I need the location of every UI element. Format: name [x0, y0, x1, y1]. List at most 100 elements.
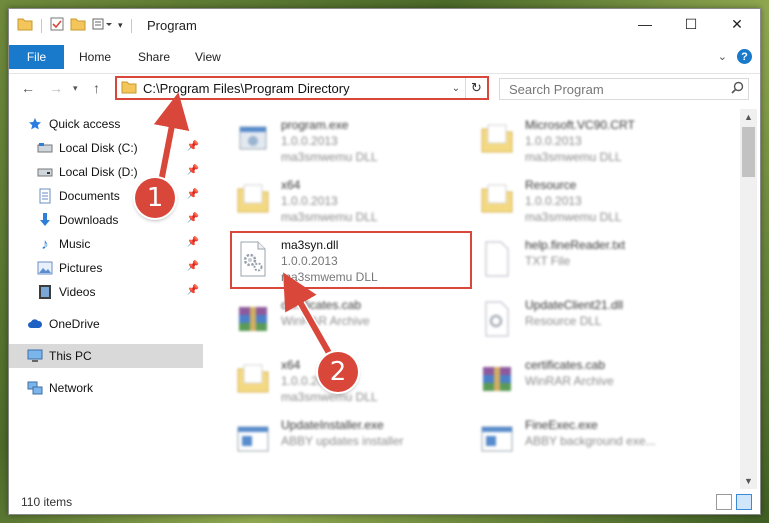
sidebar-item-local-disk-d[interactable]: Local Disk (D:) 📌 — [9, 160, 203, 184]
search-box — [499, 78, 749, 100]
sidebar-item-network[interactable]: Network — [9, 376, 203, 400]
pin-icon[interactable]: 📌 — [187, 141, 199, 152]
step-badge-2: 2 — [318, 352, 358, 392]
sidebar-item-music[interactable]: ♪ Music 📌 — [9, 232, 203, 256]
folder-icon — [477, 117, 517, 161]
pin-icon[interactable]: 📌 — [187, 237, 199, 248]
pin-icon[interactable]: 📌 — [187, 165, 199, 176]
music-icon: ♪ — [41, 235, 49, 253]
pin-icon[interactable]: 📌 — [187, 213, 199, 224]
properties-icon[interactable] — [50, 17, 64, 34]
scroll-thumb[interactable] — [742, 127, 755, 177]
folder-icon — [17, 17, 33, 34]
ribbon-tabs: File Home Share View ⌄ ? — [9, 45, 760, 69]
up-arrow-icon[interactable]: ↑ — [93, 80, 100, 96]
refresh-icon[interactable]: ↻ — [465, 78, 487, 98]
details-view-icon[interactable] — [716, 494, 732, 510]
tab-view[interactable]: View — [195, 50, 221, 64]
sidebar-item-videos[interactable]: Videos 📌 — [9, 280, 203, 304]
list-item[interactable]: FineExec.exe ABBY background exe... — [477, 413, 717, 467]
drive-icon — [37, 164, 53, 180]
list-item[interactable]: program.exe 1.0.0.2013 ma3smwemu DLL — [233, 113, 473, 167]
customize-qat-icon[interactable] — [92, 17, 112, 34]
folder-icon — [121, 80, 137, 97]
tiles-view-icon[interactable] — [736, 494, 752, 510]
sidebar-item-label: Quick access — [49, 117, 121, 131]
app-window-icon — [233, 417, 273, 461]
file-list: program.exe 1.0.0.2013 ma3smwemu DLL Mic… — [205, 109, 740, 489]
sidebar-item-label: Local Disk (C:) — [59, 141, 138, 155]
archive-icon — [477, 357, 517, 401]
folder-icon — [233, 357, 273, 401]
address-bar[interactable]: C:\Program Files\Program Directory ⌄ ↻ — [115, 76, 489, 100]
back-arrow-icon[interactable]: ← — [21, 80, 35, 96]
sidebar-item-label: Network — [49, 381, 94, 395]
list-item[interactable]: certificates.cab WinRAR Archive — [477, 353, 717, 407]
navigation-pane: Quick access Local Disk (C:) 📌 Local Dis… — [9, 109, 203, 489]
scroll-up-icon[interactable]: ▲ — [740, 112, 757, 122]
close-button[interactable]: ✕ — [714, 9, 760, 39]
list-item[interactable]: UpdateClient21.dll Resource DLL — [477, 293, 717, 347]
sidebar-item-label: Pictures — [59, 261, 103, 275]
ribbon-right: ⌄ ? — [718, 49, 752, 64]
pictures-icon — [37, 260, 53, 276]
list-item[interactable]: certificates.cab WinRAR Archive — [233, 293, 473, 347]
sidebar-item-downloads[interactable]: Downloads 📌 — [9, 208, 203, 232]
pin-icon[interactable]: 📌 — [187, 261, 199, 272]
folder-icon — [477, 177, 517, 221]
sidebar-item-this-pc[interactable]: This PC — [9, 344, 203, 368]
sidebar-item-pictures[interactable]: Pictures 📌 — [9, 256, 203, 280]
minimize-button[interactable]: — — [622, 9, 668, 39]
chevron-down-icon[interactable]: ⌄ — [447, 83, 465, 94]
download-icon — [37, 212, 53, 228]
sidebar-item-onedrive[interactable]: OneDrive — [9, 312, 203, 336]
list-item[interactable]: help.fineReader.txt TXT File — [477, 233, 717, 287]
explorer-window: ▾ Program — ☐ ✕ File Home Share View ⌄ ?… — [8, 8, 761, 515]
tab-home[interactable]: Home — [79, 50, 111, 64]
maximize-button[interactable]: ☐ — [668, 9, 714, 39]
folder-icon — [233, 177, 273, 221]
scroll-down-icon[interactable]: ▼ — [740, 476, 757, 486]
sidebar-item-quick-access[interactable]: Quick access — [9, 112, 203, 136]
star-icon — [27, 116, 43, 132]
sidebar-item-label: Videos — [59, 285, 96, 299]
new-folder-icon[interactable] — [70, 17, 86, 34]
list-item[interactable]: Microsoft.VC90.CRT 1.0.0.2013 ma3smwemu … — [477, 113, 717, 167]
vertical-scrollbar[interactable]: ▲ ▼ — [740, 109, 757, 489]
text-file-icon — [477, 237, 517, 281]
window-controls: — ☐ ✕ — [622, 9, 760, 39]
chevron-down-icon[interactable]: ▾ — [118, 20, 123, 31]
tab-file[interactable]: File — [9, 45, 64, 69]
sidebar-item-local-disk-c[interactable]: Local Disk (C:) 📌 — [9, 136, 203, 160]
list-item[interactable]: x64 1.0.0.2013 ma3smwemu DLL — [233, 173, 473, 227]
search-icon[interactable] — [726, 81, 748, 97]
expand-ribbon-icon[interactable]: ⌄ — [718, 50, 727, 63]
pin-icon[interactable]: 📌 — [187, 189, 199, 200]
forward-arrow-icon[interactable]: → — [49, 80, 63, 96]
sidebar-item-label: OneDrive — [49, 317, 100, 331]
pin-icon[interactable]: 📌 — [187, 285, 199, 296]
drive-icon — [37, 140, 53, 156]
view-toggle — [716, 494, 752, 510]
documents-icon — [37, 188, 53, 204]
app-window-icon — [477, 417, 517, 461]
title-bar: ▾ Program — ☐ ✕ — [9, 9, 760, 41]
list-item[interactable]: Resource 1.0.0.2013 ma3smwemu DLL — [477, 173, 717, 227]
archive-icon — [233, 297, 273, 341]
list-item[interactable]: UpdateInstaller.exe ABBY updates install… — [233, 413, 473, 467]
computer-icon — [27, 348, 43, 364]
item-count: 110 items — [21, 495, 73, 509]
quick-access-toolbar: ▾ — [17, 17, 134, 34]
sidebar-item-label: Music — [59, 237, 91, 251]
tab-share[interactable]: Share — [138, 50, 170, 64]
exe-icon — [233, 117, 273, 161]
address-path[interactable]: C:\Program Files\Program Directory — [143, 81, 447, 96]
recent-locations-icon[interactable]: ▾ — [73, 83, 78, 94]
videos-icon — [37, 284, 53, 300]
help-icon[interactable]: ? — [737, 49, 752, 64]
step-badge-1: 1 — [135, 178, 175, 218]
search-input[interactable] — [509, 81, 726, 97]
divider — [130, 18, 132, 33]
window-title: Program — [147, 18, 197, 33]
highlight-box — [230, 231, 472, 289]
